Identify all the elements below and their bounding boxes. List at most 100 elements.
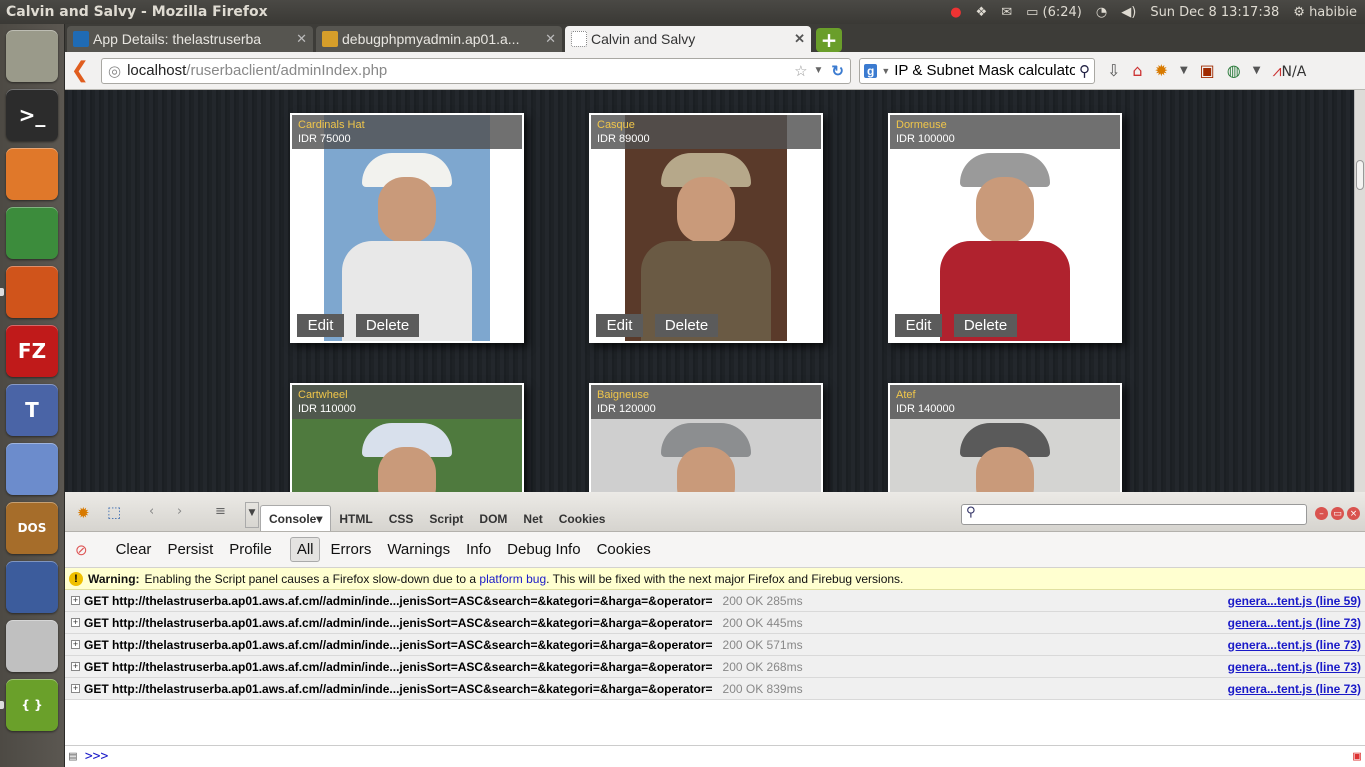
detach-panel-button[interactable]: ▭ [1331, 507, 1344, 520]
launcher-terminal[interactable]: >_ [6, 89, 58, 141]
source-link[interactable]: genera...tent.js (line 59) [1228, 594, 1361, 608]
filter-persist-button[interactable]: Persist [161, 538, 219, 561]
firebug-tab-css[interactable]: CSS [381, 505, 422, 531]
command-line-icon[interactable]: ▤ [69, 749, 77, 764]
filter-debug-info-button[interactable]: Debug Info [501, 538, 586, 561]
browser-tab-2[interactable]: Calvin and Salvy ✕ [565, 26, 811, 52]
expand-icon[interactable]: + [71, 596, 80, 605]
tab-close-icon[interactable]: ✕ [545, 31, 556, 47]
bookmark-star-icon[interactable]: ☆ [794, 62, 807, 80]
scroll-thumb[interactable] [1356, 160, 1364, 190]
source-link[interactable]: genera...tent.js (line 73) [1228, 638, 1361, 652]
launcher-virtualbox-3d[interactable] [6, 443, 58, 495]
error-badge-icon[interactable]: ▣ [1353, 749, 1361, 764]
expand-icon[interactable]: + [71, 640, 80, 649]
launcher-brackets[interactable]: { } [6, 679, 58, 731]
url-bar[interactable]: ◎ localhost/ruserbaclient/adminIndex.php… [101, 57, 851, 84]
recording-icon[interactable]: ● [950, 5, 961, 20]
panel-dropdown-icon[interactable]: ▼ [245, 502, 259, 528]
expand-icon[interactable]: + [71, 662, 80, 671]
reload-icon[interactable]: ↻ [831, 62, 844, 80]
dropbox-icon[interactable]: ❖ [976, 5, 988, 20]
platform-bug-link[interactable]: platform bug [479, 572, 546, 586]
firebug-icon[interactable]: ✹ [1155, 61, 1168, 80]
firebug-tab-net[interactable]: Net [515, 505, 550, 531]
wifi-icon[interactable]: ◔ [1096, 5, 1107, 20]
firebug-dropdown-icon[interactable]: ▼ [1180, 65, 1188, 76]
filter-cookies-button[interactable]: Cookies [591, 538, 657, 561]
launcher-dosbox[interactable]: DOS [6, 502, 58, 554]
edit-button[interactable]: Edit [297, 314, 344, 337]
download-icon[interactable]: ⇩ [1107, 61, 1120, 80]
tab-close-icon[interactable]: ✕ [296, 31, 307, 47]
inspect-icon[interactable]: ⬚ [107, 503, 121, 521]
search-engine-dropdown-icon[interactable]: ▼ [881, 66, 890, 76]
firebug-tab-html[interactable]: HTML [331, 505, 380, 531]
log-row[interactable]: + GET http://thelastruserba.ap01.aws.af.c… [65, 634, 1365, 656]
launcher-chrome[interactable] [6, 207, 58, 259]
log-row[interactable]: + GET http://thelastruserba.ap01.aws.af.c… [65, 678, 1365, 700]
launcher-virtualbox[interactable] [6, 561, 58, 613]
traffic-indicator[interactable]: ⩘N/A [1272, 61, 1306, 81]
new-tab-button[interactable]: + [816, 28, 842, 52]
tab-close-icon[interactable]: ✕ [794, 31, 805, 47]
command-line[interactable]: ▤ >>> ▣ [65, 745, 1365, 767]
log-row[interactable]: + GET http://thelastruserba.ap01.aws.af.c… [65, 590, 1365, 612]
filter-profile-button[interactable]: Profile [223, 538, 278, 561]
launcher-filezilla[interactable]: FZ [6, 325, 58, 377]
source-link[interactable]: genera...tent.js (line 73) [1228, 682, 1361, 696]
battery-indicator[interactable]: ▭ (6:24) [1026, 5, 1082, 20]
filter-clear-button[interactable]: Clear [110, 538, 158, 561]
back-button[interactable]: ❮ [65, 58, 95, 83]
browser-tab-0[interactable]: App Details: thelastruserba ✕ [67, 26, 313, 52]
page-scrollbar[interactable] [1354, 90, 1365, 492]
expand-icon[interactable]: + [71, 618, 80, 627]
launcher-texmaker[interactable]: T [6, 384, 58, 436]
delete-button[interactable]: Delete [655, 314, 718, 337]
globe-addon-icon[interactable]: ◍ [1227, 61, 1241, 80]
console-dropdown-icon[interactable]: ▾ [316, 512, 322, 526]
launcher-speaker[interactable] [6, 620, 58, 672]
volume-icon[interactable]: ◀) [1121, 5, 1136, 20]
filter-all-button[interactable]: All [289, 537, 321, 562]
launcher-files[interactable] [6, 148, 58, 200]
source-link[interactable]: genera...tent.js (line 73) [1228, 660, 1361, 674]
launcher-firefox[interactable] [6, 266, 58, 318]
filter-warnings-button[interactable]: Warnings [381, 538, 456, 561]
dropdown-arrow-icon[interactable]: ▼ [814, 65, 824, 76]
launcher-dash-home[interactable] [6, 30, 58, 82]
addon-dropdown-icon[interactable]: ▼ [1253, 65, 1261, 76]
filter-info-button[interactable]: Info [460, 538, 497, 561]
firebug-menu-icon[interactable]: ✹ [77, 504, 90, 522]
edit-button[interactable]: Edit [596, 314, 643, 337]
magnifier-icon[interactable]: ⚲ [1079, 62, 1090, 80]
firebug-tab-cookies[interactable]: Cookies [551, 505, 614, 531]
google-icon[interactable]: g [864, 63, 878, 78]
close-panel-button[interactable]: × [1347, 507, 1360, 520]
list-icon[interactable]: ≡ [215, 504, 226, 519]
firebug-search-input[interactable]: ⚲ [961, 504, 1307, 525]
clear-icon[interactable]: ⊘ [75, 541, 88, 559]
mail-icon[interactable]: ✉ [1001, 5, 1012, 20]
delete-button[interactable]: Delete [954, 314, 1017, 337]
forward-arrow-icon[interactable]: › [177, 504, 182, 519]
home-icon[interactable]: ⌂ [1132, 61, 1142, 80]
user-menu[interactable]: ⚙ habibie [1293, 5, 1357, 20]
search-bar[interactable]: g ▼ IP & Subnet Mask calculato ⚲ [859, 57, 1095, 84]
back-arrow-icon[interactable]: ‹ [149, 504, 154, 519]
log-row[interactable]: + GET http://thelastruserba.ap01.aws.af.c… [65, 656, 1365, 678]
delete-button[interactable]: Delete [356, 314, 419, 337]
firebug-tab-dom[interactable]: DOM [471, 505, 515, 531]
expand-icon[interactable]: + [71, 684, 80, 693]
minimize-panel-button[interactable]: – [1315, 507, 1328, 520]
filter-errors-button[interactable]: Errors [324, 538, 377, 561]
globe-icon[interactable]: ◎ [108, 62, 121, 80]
firebug-tab-script[interactable]: Script [421, 505, 471, 531]
browser-tab-1[interactable]: debugphpmyadmin.ap01.a... ✕ [316, 26, 562, 52]
clock[interactable]: Sun Dec 8 13:17:38 [1150, 5, 1279, 20]
log-row[interactable]: + GET http://thelastruserba.ap01.aws.af.c… [65, 612, 1365, 634]
source-link[interactable]: genera...tent.js (line 73) [1228, 616, 1361, 630]
firebug-tab-console[interactable]: Console ▾ [260, 505, 332, 531]
addon-icon[interactable]: ▣ [1200, 61, 1215, 80]
edit-button[interactable]: Edit [895, 314, 942, 337]
